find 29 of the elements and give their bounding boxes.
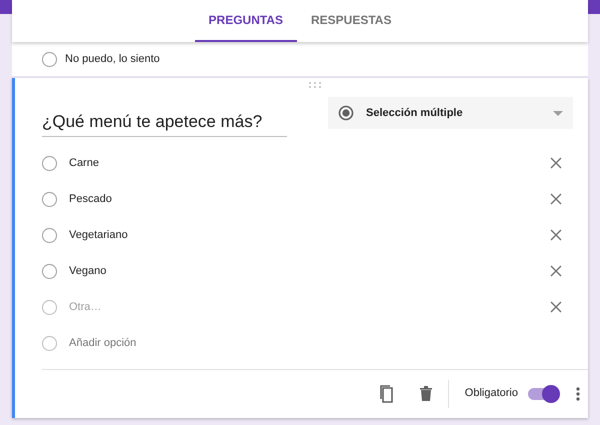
option-label: Otra… xyxy=(69,300,102,315)
radio-button[interactable] xyxy=(42,156,57,170)
radio-button[interactable] xyxy=(42,264,57,278)
drag-handle-icon[interactable] xyxy=(309,82,321,88)
radio-button[interactable] xyxy=(42,336,57,350)
radio-button[interactable] xyxy=(42,300,57,314)
option-label: Vegano xyxy=(69,264,108,279)
option-label: Pescado xyxy=(69,192,113,207)
radio-button[interactable] xyxy=(42,192,57,206)
more-options-icon[interactable] xyxy=(576,386,580,400)
dropdown-caret-icon xyxy=(553,110,563,116)
add-option-link[interactable]: Añadir opción xyxy=(69,334,562,352)
question-type-dropdown[interactable]: Selección múltiple xyxy=(328,97,573,129)
option-label: Vegetariano xyxy=(69,228,129,243)
option-label: Carne xyxy=(69,156,100,171)
radio-button[interactable] xyxy=(42,52,57,66)
radio-button-icon xyxy=(338,105,354,121)
trash-icon[interactable] xyxy=(420,386,432,401)
close-icon[interactable] xyxy=(550,193,562,205)
radio-button[interactable] xyxy=(42,228,57,242)
close-icon[interactable] xyxy=(550,301,562,313)
option-label: No puedo, lo siento xyxy=(65,52,160,67)
question-title-field[interactable]: ¿Qué menú te apetece más? xyxy=(42,106,287,137)
required-label: Obligatorio xyxy=(464,386,518,402)
copy-icon[interactable] xyxy=(380,384,396,402)
tab[interactable]: RESPUESTAS xyxy=(296,0,406,42)
close-icon[interactable] xyxy=(550,229,562,241)
close-icon[interactable] xyxy=(550,157,562,169)
close-icon[interactable] xyxy=(550,265,562,277)
